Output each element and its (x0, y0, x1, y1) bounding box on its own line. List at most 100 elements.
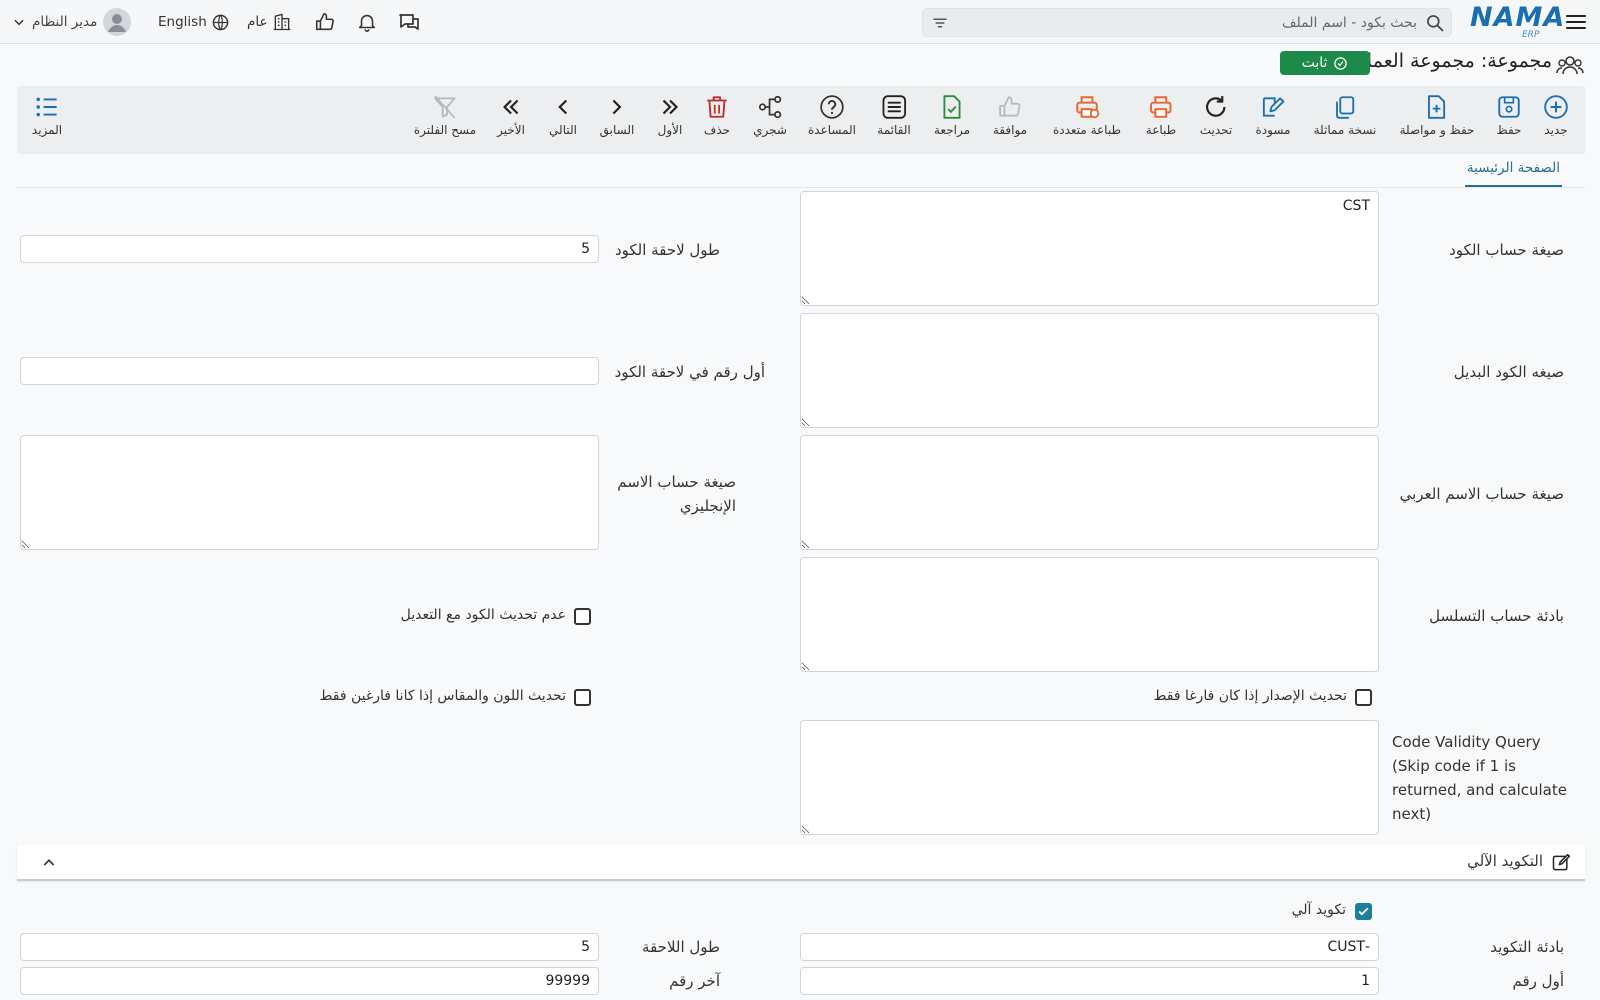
trash-icon (707, 96, 727, 118)
new-button[interactable]: جديد (1543, 94, 1569, 137)
search-icon[interactable] (1425, 13, 1445, 33)
language-switch[interactable]: English (158, 0, 230, 44)
multi-print-label: طباعة متعددة (1052, 123, 1122, 137)
branch-switch[interactable]: عام (247, 0, 292, 44)
search-bar (922, 8, 1452, 37)
draft-label: مسودة (1255, 123, 1291, 137)
last-number-field[interactable] (20, 967, 599, 995)
multi-print-button[interactable]: طباعة متعددة (1053, 94, 1121, 137)
validity-query-label: Code Validity Query (Skip code if 1 is r… (1392, 733, 1567, 823)
suffix-length-field[interactable] (20, 235, 599, 263)
clear-filter-icon (434, 95, 456, 119)
delete-button[interactable]: حذف (704, 94, 730, 137)
code-formula-label: صيغة حساب الكود (1449, 241, 1564, 259)
auto-coding-title: التكويد الآلي (1467, 852, 1543, 870)
more-list-icon (36, 97, 57, 117)
code-formula-field[interactable]: CST (800, 191, 1379, 306)
approve-button[interactable]: موافقة (993, 94, 1027, 137)
arabic-name-field[interactable] (800, 435, 1379, 550)
edit-square-icon (1552, 853, 1571, 871)
help-button[interactable]: المساعدة (808, 94, 856, 137)
thumbs-up-icon (315, 12, 334, 31)
first-suffix-num-field[interactable] (20, 357, 599, 385)
notifications-button[interactable] (356, 0, 378, 44)
print-icon (1150, 96, 1172, 118)
no-update-code-label: عدم تحديث الكود مع التعديل (400, 607, 566, 623)
chat-icon (399, 14, 419, 30)
list-label: القائمة (877, 123, 911, 137)
english-name-field[interactable] (20, 435, 599, 550)
next-button[interactable]: التالي (549, 94, 577, 137)
save-continue-label: حفظ و مواصلة (1399, 123, 1475, 137)
sequence-prefix-field[interactable] (800, 557, 1379, 672)
arabic-name-label: صيغة حساب الاسم العربي (1399, 485, 1564, 503)
user-name: مدير النظام (32, 14, 98, 30)
draft-button[interactable]: مسودة (1255, 94, 1291, 137)
approvals-button[interactable] (314, 0, 336, 44)
tree-button[interactable]: شجري (753, 94, 787, 137)
status-badge: ثابت (1280, 51, 1370, 75)
next-label: التالي (549, 123, 577, 137)
check-circle-icon (1334, 56, 1348, 70)
previous-icon (612, 99, 622, 115)
approve-label: موافقة (992, 123, 1028, 137)
building-icon (273, 13, 290, 31)
review-button[interactable]: مراجعة (934, 94, 970, 137)
messages-button[interactable] (397, 0, 421, 44)
last-button[interactable]: الأخير (497, 94, 525, 137)
filter-icon[interactable] (931, 14, 949, 32)
tab-main[interactable]: الصفحة الرئيسية (1464, 160, 1562, 187)
page-title: مجموعة: مجموعة العملاء (1353, 50, 1553, 78)
duplicate-label: نسخة مماثلة (1313, 123, 1377, 137)
alt-code-field[interactable] (800, 313, 1379, 428)
coding-prefix-field[interactable] (800, 933, 1379, 961)
search-input[interactable] (963, 9, 1417, 36)
print-label: طباعة (1145, 123, 1177, 137)
list-button[interactable]: القائمة (877, 94, 911, 137)
refresh-icon (1206, 96, 1226, 117)
previous-button[interactable]: السابق (599, 94, 635, 137)
nama-erp-logo[interactable]: NAMA ERP (1470, 0, 1565, 44)
save-label: حفظ (1496, 123, 1522, 137)
first-icon (662, 99, 679, 115)
update-version-checkbox[interactable] (1355, 689, 1372, 706)
refresh-button[interactable]: تحديث (1200, 94, 1232, 137)
hamburger-menu-button[interactable] (1564, 0, 1588, 44)
update-version-label: تحديث الإصدار إذا كان فارغا فقط (1153, 688, 1347, 704)
first-button[interactable]: الأول (657, 94, 683, 137)
new-label: جديد (1544, 123, 1568, 137)
update-color-size-checkbox[interactable] (574, 689, 591, 706)
save-button[interactable]: حفظ (1496, 94, 1522, 137)
alt-code-label: صيغه الكود البديل (1453, 363, 1564, 381)
chevron-up-icon[interactable] (41, 855, 57, 871)
user-menu[interactable]: مدير النظام (12, 0, 132, 44)
save-continue-button[interactable]: حفظ و مواصلة (1399, 94, 1475, 137)
checkmark-icon (1358, 907, 1369, 916)
globe-icon (212, 14, 229, 30)
print-button[interactable]: طباعة (1146, 94, 1176, 137)
logo-sub: ERP (1522, 30, 1540, 40)
avatar-icon (103, 8, 132, 36)
tree-label: شجري (753, 123, 787, 137)
menu-icon (1566, 15, 1586, 29)
sequence-prefix-label: بادئة حساب التسلسل (1429, 607, 1564, 625)
previous-label: السابق (599, 123, 635, 137)
no-update-code-checkbox[interactable] (574, 608, 591, 625)
review-icon (943, 95, 961, 119)
auto-coding-section-header[interactable]: التكويد الآلي (17, 845, 1585, 881)
action-toolbar: جديد حفظ حفظ و مواصلة نسخة مماثلة مسودة … (17, 86, 1585, 154)
tab-main-label: الصفحة الرئيسية (1466, 160, 1560, 176)
coding-suffix-length-field[interactable] (20, 933, 599, 961)
clear-filter-button[interactable]: مسح الفلترة (414, 94, 476, 137)
duplicate-button[interactable]: نسخة مماثلة (1313, 94, 1377, 137)
branch-label: عام (247, 14, 268, 30)
logo-text: NAMA (1470, 2, 1566, 33)
clear-filter-label: مسح الفلترة (413, 123, 477, 137)
group-icon (1556, 56, 1584, 75)
coding-prefix-label: بادئة التكويد (1490, 938, 1564, 956)
first-number-label: أول رقم (1512, 972, 1564, 990)
first-number-field[interactable] (800, 967, 1379, 995)
validity-query-field[interactable] (800, 720, 1379, 835)
more-button[interactable]: المزيد (32, 94, 62, 137)
auto-code-checkbox[interactable] (1355, 903, 1372, 920)
